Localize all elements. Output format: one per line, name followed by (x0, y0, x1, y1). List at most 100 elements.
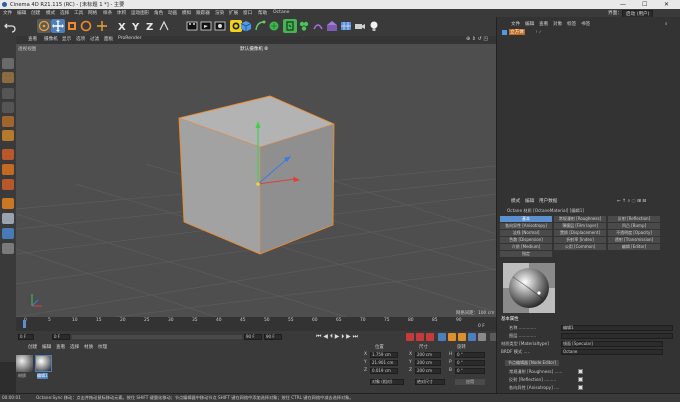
viewport-menu-filter[interactable]: 过滤 (90, 36, 99, 42)
tab-bump[interactable]: 凹凸 [Bump] (608, 223, 660, 229)
texture-mode-icon[interactable] (2, 72, 14, 83)
pos-z-field[interactable]: 0.019 cm (370, 368, 398, 374)
cube-object-icon[interactable] (239, 19, 253, 33)
timeline-playhead[interactable] (23, 320, 26, 328)
object-row-cube[interactable]: 立方体 ⁞ ✓ (500, 29, 678, 36)
workplane-icon[interactable] (2, 198, 14, 209)
key-pla-icon[interactable] (478, 333, 486, 341)
maximize-button[interactable]: ☐ (642, 1, 647, 8)
menu-character[interactable]: 角色 (154, 10, 163, 16)
tab-medium[interactable]: 介质 [Medium] (500, 244, 552, 250)
rot-p-field[interactable]: 0 ° (455, 360, 485, 366)
menu-render[interactable]: 渲染 (215, 10, 224, 16)
render-view-icon[interactable] (185, 19, 199, 33)
pos-x-field[interactable]: 1.759 cm (370, 352, 398, 358)
coordinate-system-icon[interactable] (157, 19, 171, 33)
tab-assign[interactable]: 指定 (500, 251, 552, 257)
matmgr-menu-texture[interactable]: 纹理 (98, 344, 107, 350)
pen-spline-icon[interactable] (253, 19, 267, 33)
attr-nav-icons[interactable]: ← ↑ ⌕ ◌ ⊞ ⊟ (617, 198, 646, 204)
tab-film-layer[interactable]: 薄膜层 [Film layer] (554, 223, 606, 229)
matmgr-menu-select[interactable]: 选择 (70, 344, 79, 350)
frame-range-slider[interactable] (72, 335, 242, 339)
tab-anisotropy[interactable]: 各向异性 [Anisotropy] (500, 223, 552, 229)
field-name-input[interactable]: 编辑1 (561, 325, 673, 331)
menu-edit[interactable]: 编辑 (17, 10, 26, 16)
objmgr-menu-bookmarks[interactable]: 书签 (581, 21, 590, 27)
current-frame-field[interactable]: 0 F (18, 334, 34, 340)
menu-tracker[interactable]: 跟踪器 (196, 10, 210, 16)
tab-basic[interactable]: 基本 (500, 216, 552, 222)
tab-dispersion[interactable]: 色散 [Dispersion] (500, 237, 552, 243)
tab-transmission[interactable]: 透射 [Transmission] (608, 237, 660, 243)
tab-roughness[interactable]: 常规漫射 [Roughness] (554, 216, 606, 222)
menu-mesh[interactable]: 网格 (88, 10, 97, 16)
tab-opacity[interactable]: 不透明度 [Opacity] (608, 230, 660, 236)
y-axis-lock-icon[interactable]: Y (129, 19, 143, 33)
attr-menu-mode[interactable]: 模式 (511, 198, 520, 204)
viewport-menu-prorender[interactable]: ProRender (118, 36, 142, 41)
deformer-icon[interactable] (311, 19, 325, 33)
check-anisotropy[interactable] (578, 385, 583, 390)
menu-spline[interactable]: 样条 (103, 10, 112, 16)
menu-tools[interactable]: 工具 (74, 10, 83, 16)
rotate-icon[interactable] (79, 19, 93, 33)
menu-mograph[interactable]: 运动图形 (131, 10, 149, 16)
viewport-menu-panel[interactable]: 面板 (104, 36, 113, 42)
min-frame-field[interactable]: 0 F (52, 334, 70, 340)
camera-label[interactable]: 默认摄像机 ⦾ (240, 46, 268, 52)
close-button[interactable]: ✕ (664, 1, 669, 8)
field-layer-input[interactable] (561, 333, 673, 339)
perspective-viewport[interactable]: 透视视图 默认摄像机 ⦾ 网格间距：100 cm (16, 44, 496, 317)
check-roughness[interactable] (578, 369, 583, 374)
max-frame-field[interactable]: 90 F (244, 334, 262, 340)
brdf-mode-select[interactable]: Octane (561, 349, 663, 355)
transport-controls[interactable]: ⏮ ◀ ⏴ ▶ ⏵ ▶ ⏭ (316, 333, 358, 341)
floor-grid-icon[interactable] (339, 19, 353, 33)
make-editable-icon[interactable] (2, 58, 14, 69)
points-mode-icon[interactable] (2, 88, 14, 99)
x-axis-lock-icon[interactable]: X (115, 19, 129, 33)
matmgr-menu-material[interactable]: 材质 (84, 344, 93, 350)
array-icon[interactable] (297, 19, 311, 33)
menu-select[interactable]: 选择 (60, 10, 69, 16)
camera-icon[interactable] (353, 19, 367, 33)
keyframe-selection-icon[interactable] (426, 333, 434, 341)
grid-icon[interactable] (2, 228, 14, 239)
key-parameter-icon[interactable] (468, 333, 476, 341)
rot-h-field[interactable]: 0 ° (455, 352, 485, 358)
material-swatch[interactable] (16, 355, 33, 372)
edit-render-settings-icon[interactable] (213, 19, 227, 33)
coordinate-mode-select[interactable]: 对象 (相对) (370, 379, 404, 385)
tab-index[interactable]: 折射率 [Index] (554, 237, 606, 243)
viewport-menu-options[interactable]: 选项 (76, 36, 85, 42)
material-type-select[interactable]: 镜面 [Specular] (561, 341, 663, 347)
objmgr-menu-file[interactable]: 文件 (511, 21, 520, 27)
tab-reflection[interactable]: 反射 [Reflection] (608, 216, 660, 222)
attr-menu-edit[interactable]: 编辑 (525, 198, 534, 204)
menu-help[interactable]: 帮助 (258, 10, 267, 16)
recent-tools-icon[interactable] (95, 19, 109, 33)
size-y-field[interactable]: 200 cm (415, 360, 441, 366)
objmgr-search-icon[interactable]: ⌕ (665, 21, 668, 27)
viewport-menu-display[interactable]: 显示 (62, 36, 71, 42)
menu-extensions[interactable]: 扩展 (229, 10, 238, 16)
apply-button[interactable]: 应用 (455, 379, 485, 385)
viewport-menu-cameras[interactable]: 摄像机 (44, 36, 58, 42)
menu-simulate[interactable]: 模拟 (182, 10, 191, 16)
viewport-menu-view[interactable]: 查看 (28, 36, 37, 42)
object-visibility-dots[interactable]: ⁞ ✓ (536, 29, 542, 34)
edges-mode-icon[interactable] (2, 102, 14, 113)
polygons-mode-icon[interactable] (2, 116, 14, 127)
objmgr-menu-view[interactable]: 查看 (539, 21, 548, 27)
render-to-picture-viewer-icon[interactable] (199, 19, 213, 33)
objmgr-menu-edit[interactable]: 编辑 (525, 21, 534, 27)
matmgr-menu-create[interactable]: 创建 (28, 344, 37, 350)
material-preview[interactable] (503, 263, 555, 313)
uv-mode-icon[interactable] (2, 130, 14, 141)
tab-editor[interactable]: 编辑 [Editor] (608, 244, 660, 250)
viewport-navigation-icons[interactable]: ⊕ ⇕ ↺ ◳ (466, 36, 488, 42)
menu-animate[interactable]: 动画 (168, 10, 177, 16)
material-swatch-selected[interactable] (35, 355, 52, 372)
scene-environment-icon[interactable] (325, 19, 339, 33)
